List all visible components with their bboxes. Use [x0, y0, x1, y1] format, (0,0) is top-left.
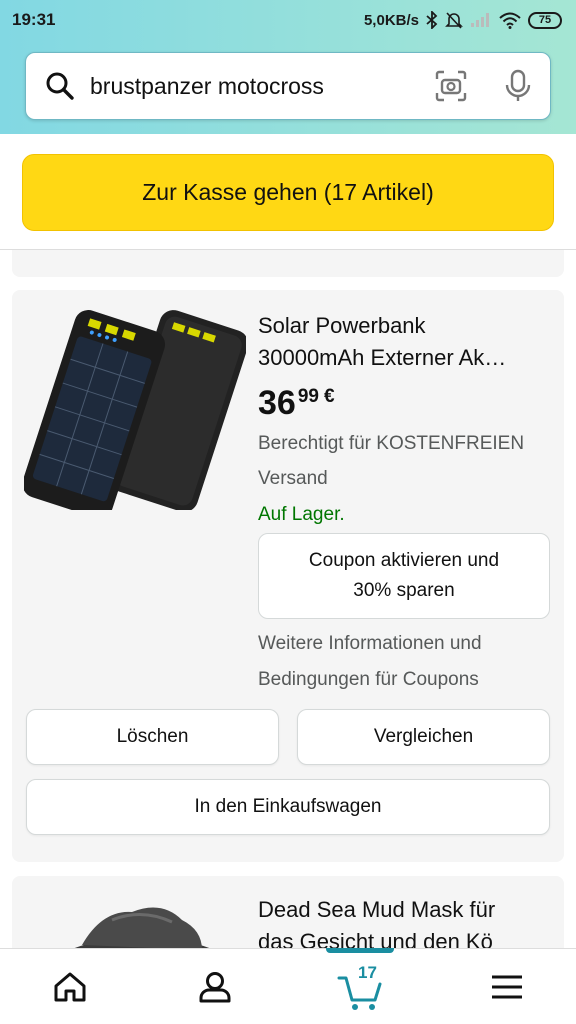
microphone-icon[interactable]	[504, 69, 532, 103]
product-title[interactable]: Solar Powerbank 30000mAh Externer Ak…	[258, 310, 554, 374]
app-header: 19:31 5,0KB/s 75 brustpanzer motocross	[0, 0, 576, 134]
product-title-line[interactable]: Solar Powerbank	[258, 310, 554, 342]
nav-cart[interactable]: 17	[310, 948, 410, 1024]
wifi-icon	[499, 12, 521, 29]
product-price: 36 99 €	[258, 386, 335, 420]
coupon-terms-link[interactable]: Weitere Informationen und Bedingungen fü…	[258, 626, 558, 698]
product-image[interactable]	[24, 300, 246, 510]
status-time: 19:31	[12, 10, 56, 29]
search-icon[interactable]	[44, 70, 76, 102]
compare-button[interactable]: Vergleichen	[297, 709, 550, 765]
search-input[interactable]: brustpanzer motocross	[25, 52, 551, 120]
product-title-line[interactable]: 30000mAh Externer Ak…	[258, 342, 554, 374]
checkout-button[interactable]: Zur Kasse gehen (17 Artikel)	[22, 154, 554, 231]
add-to-cart-button[interactable]: In den Einkaufswagen	[26, 779, 550, 835]
bluetooth-icon	[426, 11, 438, 29]
product-image[interactable]	[52, 890, 222, 956]
battery-level: 75	[538, 14, 552, 26]
network-speed: 5,0KB/s	[363, 11, 419, 29]
delete-button[interactable]: Löschen	[26, 709, 279, 765]
status-bar: 19:31 5,0KB/s 75	[0, 0, 576, 40]
shipping-line: Versand	[258, 468, 328, 489]
status-icons: 5,0KB/s 75	[364, 11, 562, 29]
coupon-label-line: 30% sparen	[353, 580, 455, 601]
nav-menu[interactable]	[457, 949, 557, 1024]
bottom-navigation: 17	[0, 948, 576, 1024]
signal-icon	[471, 13, 489, 27]
price-whole: 36	[258, 384, 296, 422]
stock-status: Auf Lager.	[258, 504, 345, 525]
coupon-info-line[interactable]: Bedingungen für Coupons	[258, 662, 558, 698]
coupon-label-line: Coupon aktivieren und	[308, 550, 500, 571]
nav-account[interactable]	[165, 949, 265, 1024]
previous-cart-item-edge	[12, 250, 564, 277]
active-tab-indicator	[326, 948, 394, 953]
activate-coupon-button[interactable]: Coupon aktivieren und 30% sparen	[258, 533, 550, 619]
cart-item: Dead Sea Mud Mask für das Gesicht und de…	[12, 876, 564, 956]
cart-item: Solar Powerbank 30000mAh Externer Ak… 36…	[12, 290, 564, 862]
coupon-info-line[interactable]: Weitere Informationen und	[258, 626, 558, 662]
shipping-info: Berechtigt für KOSTENFREIEN Versand	[258, 426, 558, 496]
product-title-line[interactable]: Dead Sea Mud Mask für	[258, 894, 554, 926]
account-icon[interactable]	[198, 970, 232, 1004]
camera-scan-icon[interactable]	[434, 69, 468, 103]
home-icon[interactable]	[53, 971, 87, 1003]
menu-icon[interactable]	[491, 974, 523, 1000]
price-currency: €	[323, 386, 335, 407]
mute-icon	[445, 12, 463, 29]
battery-icon: 75	[528, 11, 562, 29]
price-fraction: 99	[297, 386, 319, 407]
shipping-line: Berechtigt für KOSTENFREIEN	[258, 433, 525, 454]
product-title[interactable]: Dead Sea Mud Mask für das Gesicht und de…	[258, 894, 554, 956]
search-query[interactable]: brustpanzer motocross	[90, 73, 434, 100]
nav-home[interactable]	[20, 949, 120, 1024]
cart-count-badge: 17	[358, 963, 377, 982]
